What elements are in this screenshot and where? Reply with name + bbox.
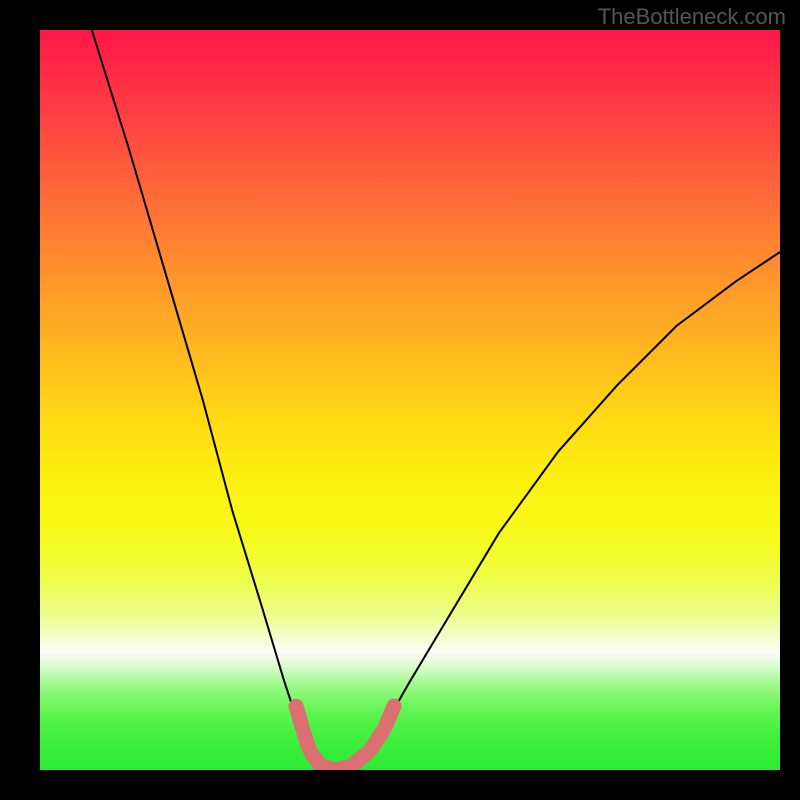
curve-line: [92, 30, 780, 770]
watermark-text: TheBottleneck.com: [598, 4, 786, 30]
chart-plot-area: [40, 30, 780, 770]
highlight-markers: [296, 706, 394, 769]
bottleneck-curve: [40, 30, 780, 770]
